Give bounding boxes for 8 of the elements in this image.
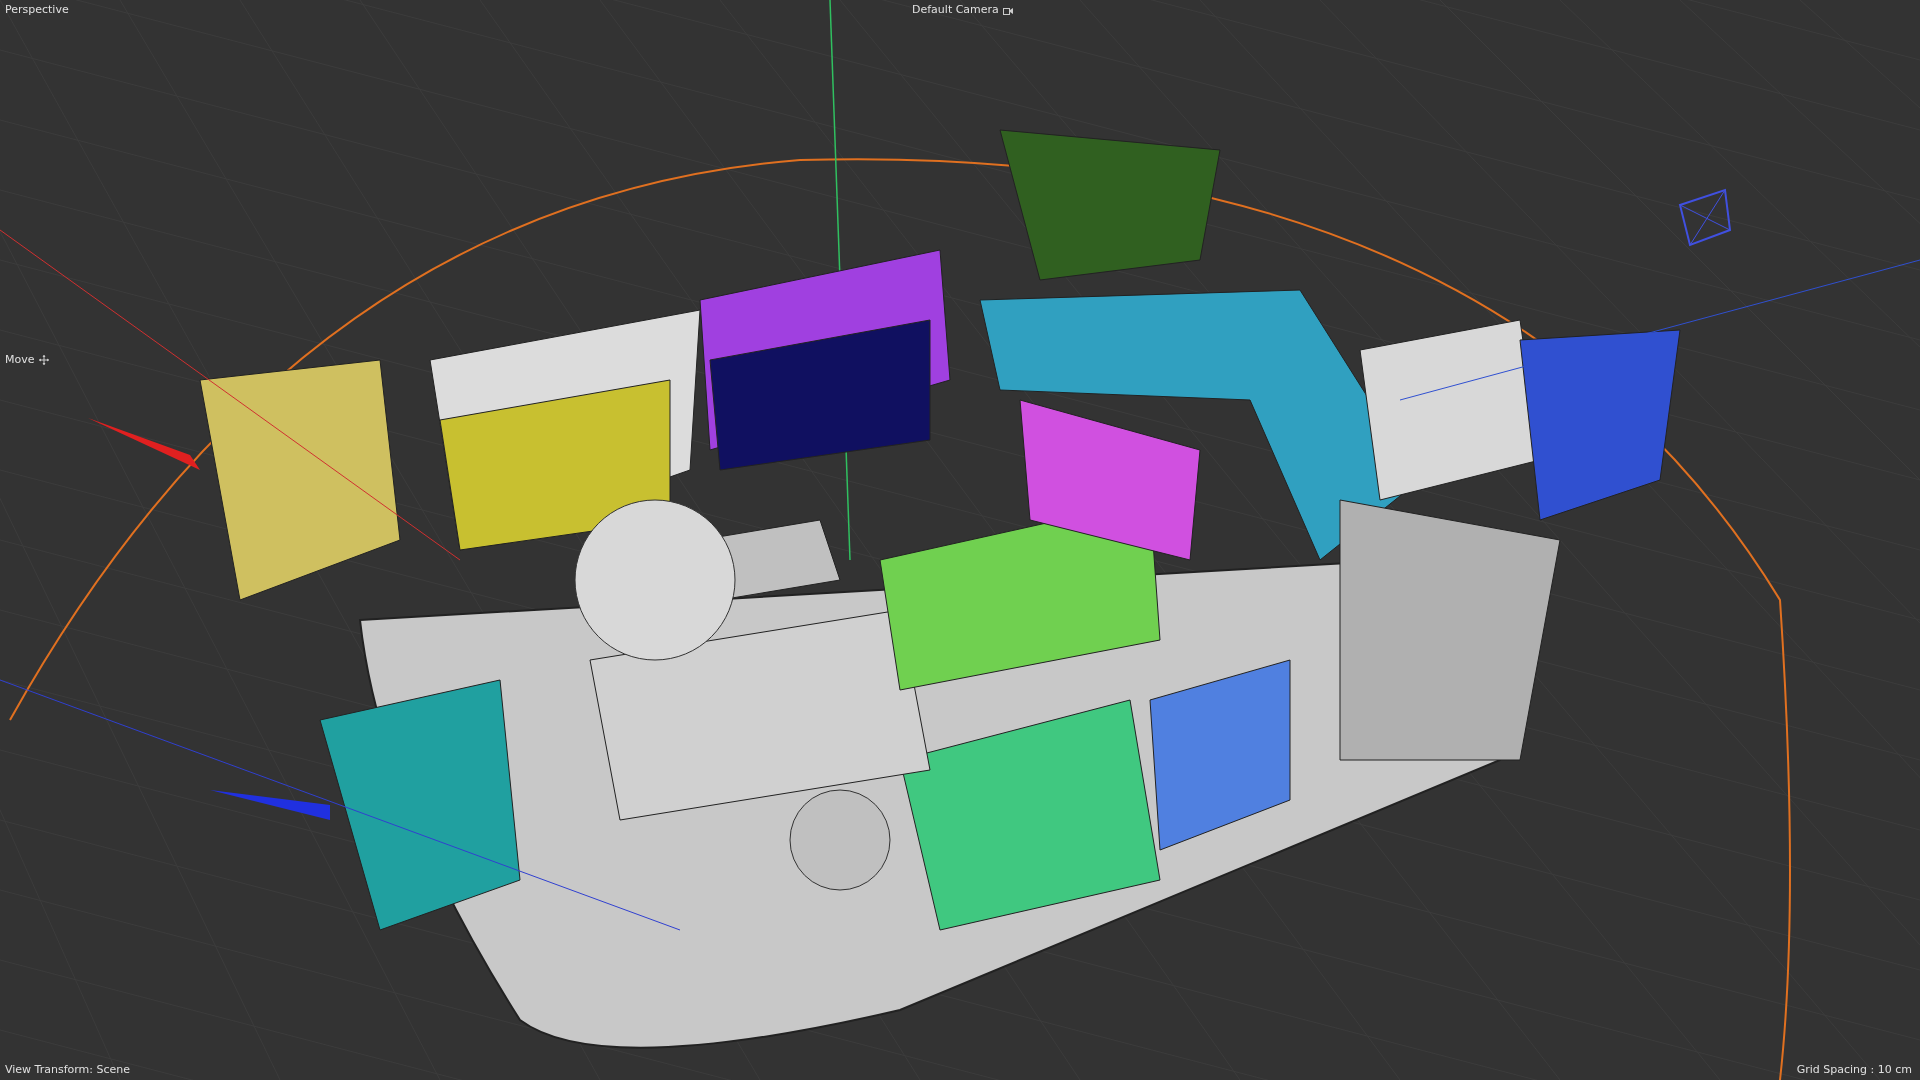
cube-marker-icon [1678, 188, 1732, 247]
view-label: Perspective [5, 2, 69, 18]
move-icon [38, 355, 49, 366]
grid-spacing-label: Grid Spacing : 10 cm [1796, 1061, 1912, 1078]
camera-icon [1002, 5, 1013, 15]
view-transform-label: View Transform: Scene [5, 1061, 131, 1078]
tool-label: Move [5, 352, 49, 369]
camera-label[interactable]: Default Camera [912, 2, 1013, 19]
